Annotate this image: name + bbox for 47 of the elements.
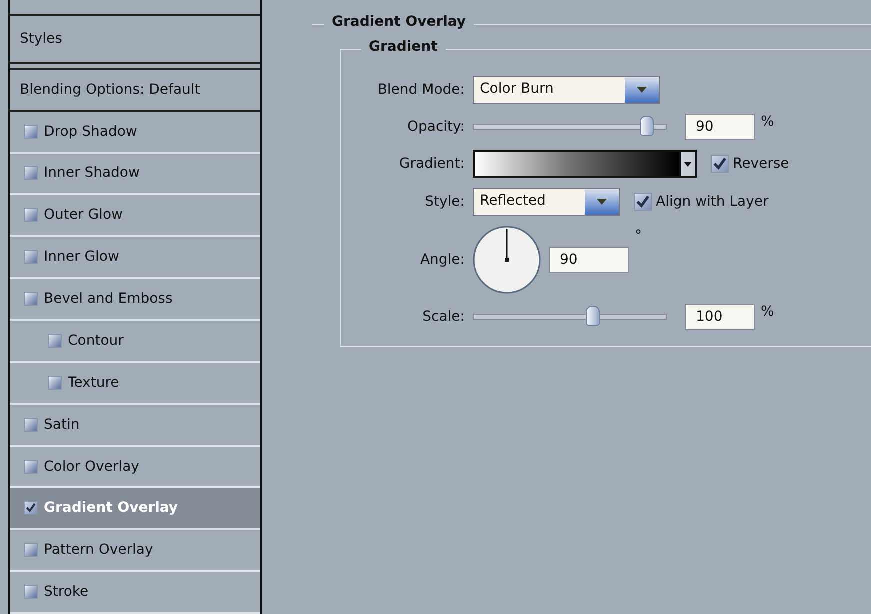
field-label: Style: [424,194,465,210]
checkbox[interactable] [24,501,38,516]
field-label: Angle: [419,252,465,268]
angle-input[interactable]: 90 [549,247,629,273]
style-item[interactable]: Inner Shadow [10,154,260,196]
checkbox[interactable] [711,155,729,173]
unit-label: % [761,114,774,130]
style-item[interactable]: Contour [10,321,260,363]
style-item[interactable]: Pattern Overlay [10,530,260,572]
slider-thumb[interactable] [586,306,600,326]
style-item[interactable]: Outer Glow [10,195,260,238]
unit-label: % [761,304,774,320]
checkbox[interactable] [48,376,62,390]
sidebar-header[interactable]: Styles [10,14,260,64]
slider-thumb[interactable] [640,116,654,136]
style-item[interactable]: Stroke [10,572,260,614]
style-item[interactable]: Drop Shadow [10,112,260,154]
sidebar-header[interactable]: Blending Options: Default [10,68,260,112]
checkbox[interactable] [24,166,38,180]
style-item[interactable]: Texture [10,362,260,405]
checkbox[interactable] [634,193,652,211]
style-item[interactable]: Bevel and Emboss [10,279,260,321]
style-dropdown[interactable]: Reflected [473,188,620,216]
checkbox[interactable] [24,418,38,432]
field-label: Blend Mode: [376,82,465,98]
checkbox[interactable] [24,124,38,139]
style-item[interactable]: Inner Glow [10,237,260,280]
checkbox[interactable] [48,334,62,348]
checkbox[interactable] [24,292,38,306]
opacity-input[interactable]: 90 [685,114,755,140]
checkbox[interactable] [24,585,38,600]
checkbox[interactable] [24,250,38,264]
angle-dial[interactable] [473,226,541,294]
style-item[interactable]: Satin [10,404,260,447]
unit-label: ° [635,228,642,244]
checkbox[interactable] [24,460,38,474]
section-title: Gradient Overlay [324,14,474,30]
checkbox-label: Align with Layer [656,194,769,210]
scale-input[interactable]: 100 [685,304,755,330]
checkbox[interactable] [24,543,38,558]
field-label: Gradient: [398,156,465,172]
field-label: Scale: [422,309,465,325]
checkbox[interactable] [24,208,38,222]
gradient-picker[interactable] [473,150,681,178]
field-label: Opacity: [406,119,465,135]
blend-mode-dropdown[interactable]: Color Burn [473,76,660,104]
checkbox-label: Reverse [733,156,790,172]
